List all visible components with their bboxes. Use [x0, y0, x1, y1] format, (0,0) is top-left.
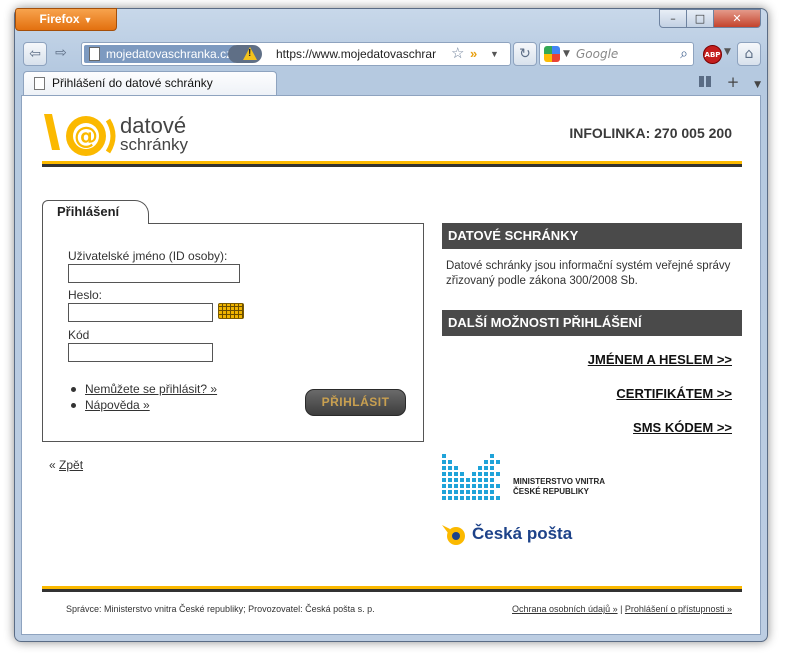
new-tab-icon[interactable]: +: [727, 73, 740, 91]
forward-button[interactable]: ⇨: [49, 42, 73, 66]
login-certificate-link[interactable]: CERTIFIKÁTEM >>: [616, 386, 732, 401]
search-placeholder: Google: [576, 47, 619, 61]
login-form: Uživatelské jméno (ID osoby): Heslo: Kód…: [42, 223, 424, 442]
logo-line2: schránky: [120, 135, 189, 154]
login-button[interactable]: PŘIHLÁSIT: [305, 389, 406, 416]
other-login-options-heading: DALŠÍ MOŽNOSTI PŘIHLÁŠENÍ: [442, 310, 742, 336]
ceska-posta-logo-text: Česká pošta: [472, 524, 573, 543]
password-label: Heslo:: [68, 288, 103, 302]
tab-strip: Přihlášení do datové schránky + ▼: [19, 71, 763, 95]
post-horn-logo-icon[interactable]: [442, 523, 468, 547]
code-label: Kód: [68, 328, 90, 342]
adblock-icon[interactable]: ABP: [703, 45, 722, 64]
help-link[interactable]: Nápověda »: [85, 398, 150, 412]
search-icon[interactable]: ⌕: [680, 43, 688, 65]
reload-icon: ↻: [519, 46, 531, 62]
footer-links: Ochrana osobních údajů » | Prohlášení o …: [512, 604, 732, 614]
at-sign-logo-icon: @: [44, 114, 116, 156]
header-divider: [42, 161, 742, 167]
code-input[interactable]: [68, 343, 213, 362]
cannot-login-link[interactable]: Nemůžete se přihlásit? »: [85, 382, 217, 396]
back-link[interactable]: Zpět: [59, 458, 83, 472]
reload-button[interactable]: ↻: [513, 42, 537, 66]
url-bar[interactable]: mojedatovaschranka.cz ! https://www.moje…: [81, 42, 511, 66]
security-warning-icon[interactable]: !: [228, 45, 262, 63]
login-name-password-link[interactable]: JMÉNEM A HESLEM >>: [588, 352, 732, 367]
browser-window: Firefox ▼ – □ ✕ ⇦ ⇨ mojedatovaschranka.cz…: [14, 8, 768, 642]
arrow-right-icon: ⇨: [55, 45, 67, 61]
login-help-links: Nemůžete se přihlásit? » Nápověda »: [71, 381, 217, 413]
list-tabs-icon[interactable]: ▼: [754, 80, 761, 90]
logo-line1: datové: [120, 113, 187, 138]
page-icon: [89, 47, 100, 61]
tab-groups-icon[interactable]: [698, 76, 712, 87]
datove-schranky-logo[interactable]: @ datové schránky: [42, 112, 202, 160]
url-text[interactable]: https://www.mojedatovaschrar: [276, 43, 436, 65]
page-content: @ datové schránky INFOLINKA: 270 005 200…: [21, 95, 761, 635]
logo-text: datové schránky: [120, 113, 189, 155]
home-icon: ⌂: [744, 46, 754, 62]
firefox-menu-button[interactable]: Firefox ▼: [15, 8, 117, 31]
chevron-down-icon: ▼: [83, 15, 93, 25]
ministry-name: MINISTERSTVO VNITRA ČESKÉ REPUBLIKY: [513, 477, 605, 497]
footer-divider: [42, 586, 742, 592]
tab-login[interactable]: Přihlášení do datové schránky: [23, 71, 277, 95]
navigation-toolbar: ⇦ ⇨ mojedatovaschranka.cz ! https://www.…: [19, 42, 763, 68]
url-dropdown-icon[interactable]: ▼: [490, 43, 499, 65]
arrow-left-icon: ⇦: [29, 46, 41, 62]
privacy-link[interactable]: Ochrana osobních údajů »: [512, 604, 618, 614]
google-icon: [544, 46, 560, 62]
svg-text:@: @: [74, 122, 98, 150]
infoline-text: INFOLINKA: 270 005 200: [569, 125, 732, 141]
go-arrow-icon[interactable]: »: [470, 43, 477, 65]
username-input[interactable]: [68, 264, 240, 283]
virtual-keyboard-icon[interactable]: [218, 303, 244, 319]
ministry-line2: ČESKÉ REPUBLIKY: [513, 487, 590, 496]
datove-schranky-description: Datové schránky jsou informační systém v…: [446, 260, 731, 287]
list-item: Nemůžete se přihlásit? »: [71, 381, 217, 397]
tab-controls: + ▼: [689, 73, 761, 91]
back-button[interactable]: ⇦: [23, 42, 47, 66]
password-input[interactable]: [68, 303, 213, 322]
back-link-wrap: « Zpět: [49, 458, 83, 472]
site-identity-button[interactable]: mojedatovaschranka.cz: [84, 45, 237, 63]
page-icon: [34, 77, 45, 90]
tab-title: Přihlášení do datové schránky: [52, 76, 213, 90]
footer-operator-text: Správce: Ministerstvo vnitra České repub…: [66, 604, 375, 614]
login-tab: Přihlášení: [42, 200, 149, 224]
back-prefix: «: [49, 458, 60, 472]
list-item: Nápověda »: [71, 397, 217, 413]
minimize-button[interactable]: –: [659, 9, 687, 28]
bookmark-star-icon[interactable]: ☆: [451, 43, 464, 65]
close-button[interactable]: ✕: [714, 9, 761, 28]
footer-separator: |: [617, 604, 625, 614]
search-bar[interactable]: ▼ Google ⌕: [539, 42, 694, 66]
username-label: Uživatelské jméno (ID osoby):: [68, 249, 228, 263]
window-controls: – □ ✕: [659, 9, 761, 28]
datove-schranky-heading: DATOVÉ SCHRÁNKY: [442, 223, 742, 249]
search-engine-dropdown-icon[interactable]: ▼: [563, 43, 570, 65]
maximize-button[interactable]: □: [687, 9, 714, 28]
login-sms-link[interactable]: SMS KÓDEM >>: [633, 420, 732, 435]
site-identity-label: mojedatovaschranka.cz: [106, 47, 233, 61]
ministry-line1: MINISTERSTVO VNITRA: [513, 477, 606, 486]
exclamation-icon: !: [248, 48, 252, 59]
adblock-dropdown-icon[interactable]: ▼: [724, 47, 731, 57]
home-button[interactable]: ⌂: [737, 42, 761, 66]
accessibility-link[interactable]: Prohlášení o přístupnosti »: [625, 604, 732, 614]
firefox-menu-label: Firefox: [39, 12, 80, 26]
ministry-logo-icon[interactable]: [442, 454, 504, 504]
